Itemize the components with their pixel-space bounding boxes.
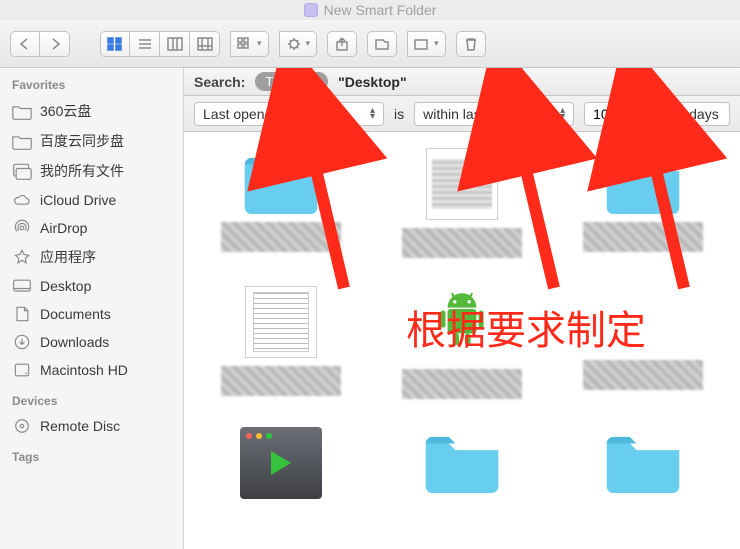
sidebar-item-label: Macintosh HD bbox=[40, 362, 128, 378]
result-name-censored bbox=[221, 366, 341, 396]
path-button-group: ▾ bbox=[407, 31, 446, 57]
search-scope-bar: Search: This Mac "Desktop" bbox=[184, 68, 740, 96]
result-item[interactable] bbox=[375, 427, 548, 499]
result-item[interactable] bbox=[557, 148, 730, 258]
forward-button[interactable] bbox=[40, 31, 70, 57]
view-mode-buttons bbox=[100, 31, 220, 57]
back-button[interactable] bbox=[10, 31, 40, 57]
result-item[interactable] bbox=[194, 148, 367, 258]
view-icons-button[interactable] bbox=[100, 31, 130, 57]
sidebar-item-360[interactable]: 360云盘 bbox=[0, 96, 183, 126]
sidebar-item-icloud[interactable]: iCloud Drive bbox=[0, 186, 183, 214]
sidebar-item-allfiles[interactable]: 我的所有文件 bbox=[0, 156, 183, 186]
file-thumb bbox=[426, 148, 498, 220]
sidebar-item-label: Desktop bbox=[40, 278, 91, 294]
sidebar-item-label: AirDrop bbox=[40, 220, 87, 236]
window-title: New Smart Folder bbox=[324, 2, 437, 18]
content-pane: Search: This Mac "Desktop" Last opened d… bbox=[184, 68, 740, 549]
view-list-button[interactable] bbox=[130, 31, 160, 57]
apps-icon bbox=[12, 248, 32, 266]
action-button[interactable]: ▾ bbox=[279, 31, 318, 57]
criteria-number-input[interactable] bbox=[584, 102, 668, 126]
view-columns-button[interactable] bbox=[160, 31, 190, 57]
sidebar-item-label: 应用程序 bbox=[40, 247, 96, 267]
folder-icon bbox=[598, 148, 688, 214]
result-name-censored bbox=[583, 222, 703, 252]
result-name-censored bbox=[402, 228, 522, 258]
search-label: Search: bbox=[194, 74, 245, 90]
media-thumb bbox=[240, 427, 322, 499]
sidebar-item-label: iCloud Drive bbox=[40, 192, 116, 208]
result-item[interactable] bbox=[375, 148, 548, 258]
hdd-icon bbox=[12, 361, 32, 379]
action-group: ▾ bbox=[279, 31, 318, 57]
criteria-attribute-select[interactable]: Last opened date ▴▾ bbox=[194, 102, 384, 126]
documents-icon bbox=[12, 305, 32, 323]
sidebar-item-apps[interactable]: 应用程序 bbox=[0, 242, 183, 272]
window-titlebar: New Smart Folder bbox=[0, 0, 740, 20]
sidebar-item-downloads[interactable]: Downloads bbox=[0, 328, 183, 356]
scope-desktop[interactable]: "Desktop" bbox=[338, 74, 407, 90]
result-item[interactable] bbox=[557, 427, 730, 499]
android-icon bbox=[426, 286, 498, 361]
result-item[interactable] bbox=[557, 286, 730, 399]
chevron-updown-icon: ▴▾ bbox=[560, 108, 565, 120]
share-button[interactable] bbox=[327, 31, 357, 57]
sidebar-heading-tags: Tags bbox=[0, 446, 183, 468]
folder-icon bbox=[236, 148, 326, 214]
result-item[interactable] bbox=[194, 286, 367, 399]
arrange-group: ▾ bbox=[230, 31, 269, 57]
sidebar-item-hd[interactable]: Macintosh HD bbox=[0, 356, 183, 384]
sidebar-item-remotedisc[interactable]: Remote Disc bbox=[0, 412, 183, 440]
search-criteria-row: Last opened date ▴▾ is within last ▴▾ da… bbox=[184, 96, 740, 132]
folder-icon bbox=[12, 102, 32, 120]
folder-icon bbox=[417, 427, 507, 493]
sidebar-item-label: 360云盘 bbox=[40, 101, 91, 121]
result-name-censored bbox=[402, 369, 522, 399]
criteria-attribute-value: Last opened date bbox=[203, 106, 311, 122]
document-thumb bbox=[245, 286, 317, 358]
results-grid bbox=[184, 132, 740, 549]
downloads-icon bbox=[12, 333, 32, 351]
sidebar-item-label: Downloads bbox=[40, 334, 109, 350]
result-item[interactable] bbox=[375, 286, 548, 399]
criteria-relation-label: is bbox=[394, 106, 404, 122]
allfiles-icon bbox=[12, 162, 32, 180]
sidebar-heading-devices: Devices bbox=[0, 390, 183, 412]
criteria-unit-value: days bbox=[689, 106, 719, 122]
sidebar-item-label: 百度云同步盘 bbox=[40, 131, 124, 151]
criteria-relation-value: within last bbox=[423, 106, 484, 122]
nav-buttons bbox=[10, 31, 70, 57]
desktop-icon bbox=[12, 277, 32, 295]
placeholder bbox=[598, 286, 688, 352]
view-coverflow-button[interactable] bbox=[190, 31, 220, 57]
scope-thismac[interactable]: This Mac bbox=[255, 72, 328, 91]
sidebar-item-desktop[interactable]: Desktop bbox=[0, 272, 183, 300]
tags-button[interactable] bbox=[367, 31, 397, 57]
sidebar-item-baidu[interactable]: 百度云同步盘 bbox=[0, 126, 183, 156]
result-name-censored bbox=[583, 360, 703, 390]
cloud-icon bbox=[12, 191, 32, 209]
sidebar-item-label: 我的所有文件 bbox=[40, 161, 124, 181]
arrange-button[interactable]: ▾ bbox=[230, 31, 269, 57]
folder-icon bbox=[12, 132, 32, 150]
path-button[interactable]: ▾ bbox=[407, 31, 446, 57]
disc-icon bbox=[12, 417, 32, 435]
chevron-updown-icon: ▴▾ bbox=[370, 108, 375, 120]
sidebar-item-airdrop[interactable]: AirDrop bbox=[0, 214, 183, 242]
sidebar-item-documents[interactable]: Documents bbox=[0, 300, 183, 328]
sidebar-heading-favorites: Favorites bbox=[0, 74, 183, 96]
smartfolder-glyph bbox=[304, 3, 318, 17]
result-name-censored bbox=[221, 222, 341, 252]
sidebar-item-label: Documents bbox=[40, 306, 111, 322]
toolbar: ▾ ▾ ▾ bbox=[0, 20, 740, 68]
folder-icon bbox=[598, 427, 688, 493]
criteria-relation-select[interactable]: within last ▴▾ bbox=[414, 102, 574, 126]
sidebar: Favorites 360云盘 百度云同步盘 我的所有文件 iCloud Dri… bbox=[0, 68, 184, 549]
airdrop-icon bbox=[12, 219, 32, 237]
sidebar-item-label: Remote Disc bbox=[40, 418, 120, 434]
result-item[interactable] bbox=[194, 427, 367, 499]
trash-button[interactable] bbox=[456, 31, 486, 57]
criteria-unit-select[interactable]: days bbox=[678, 102, 730, 126]
